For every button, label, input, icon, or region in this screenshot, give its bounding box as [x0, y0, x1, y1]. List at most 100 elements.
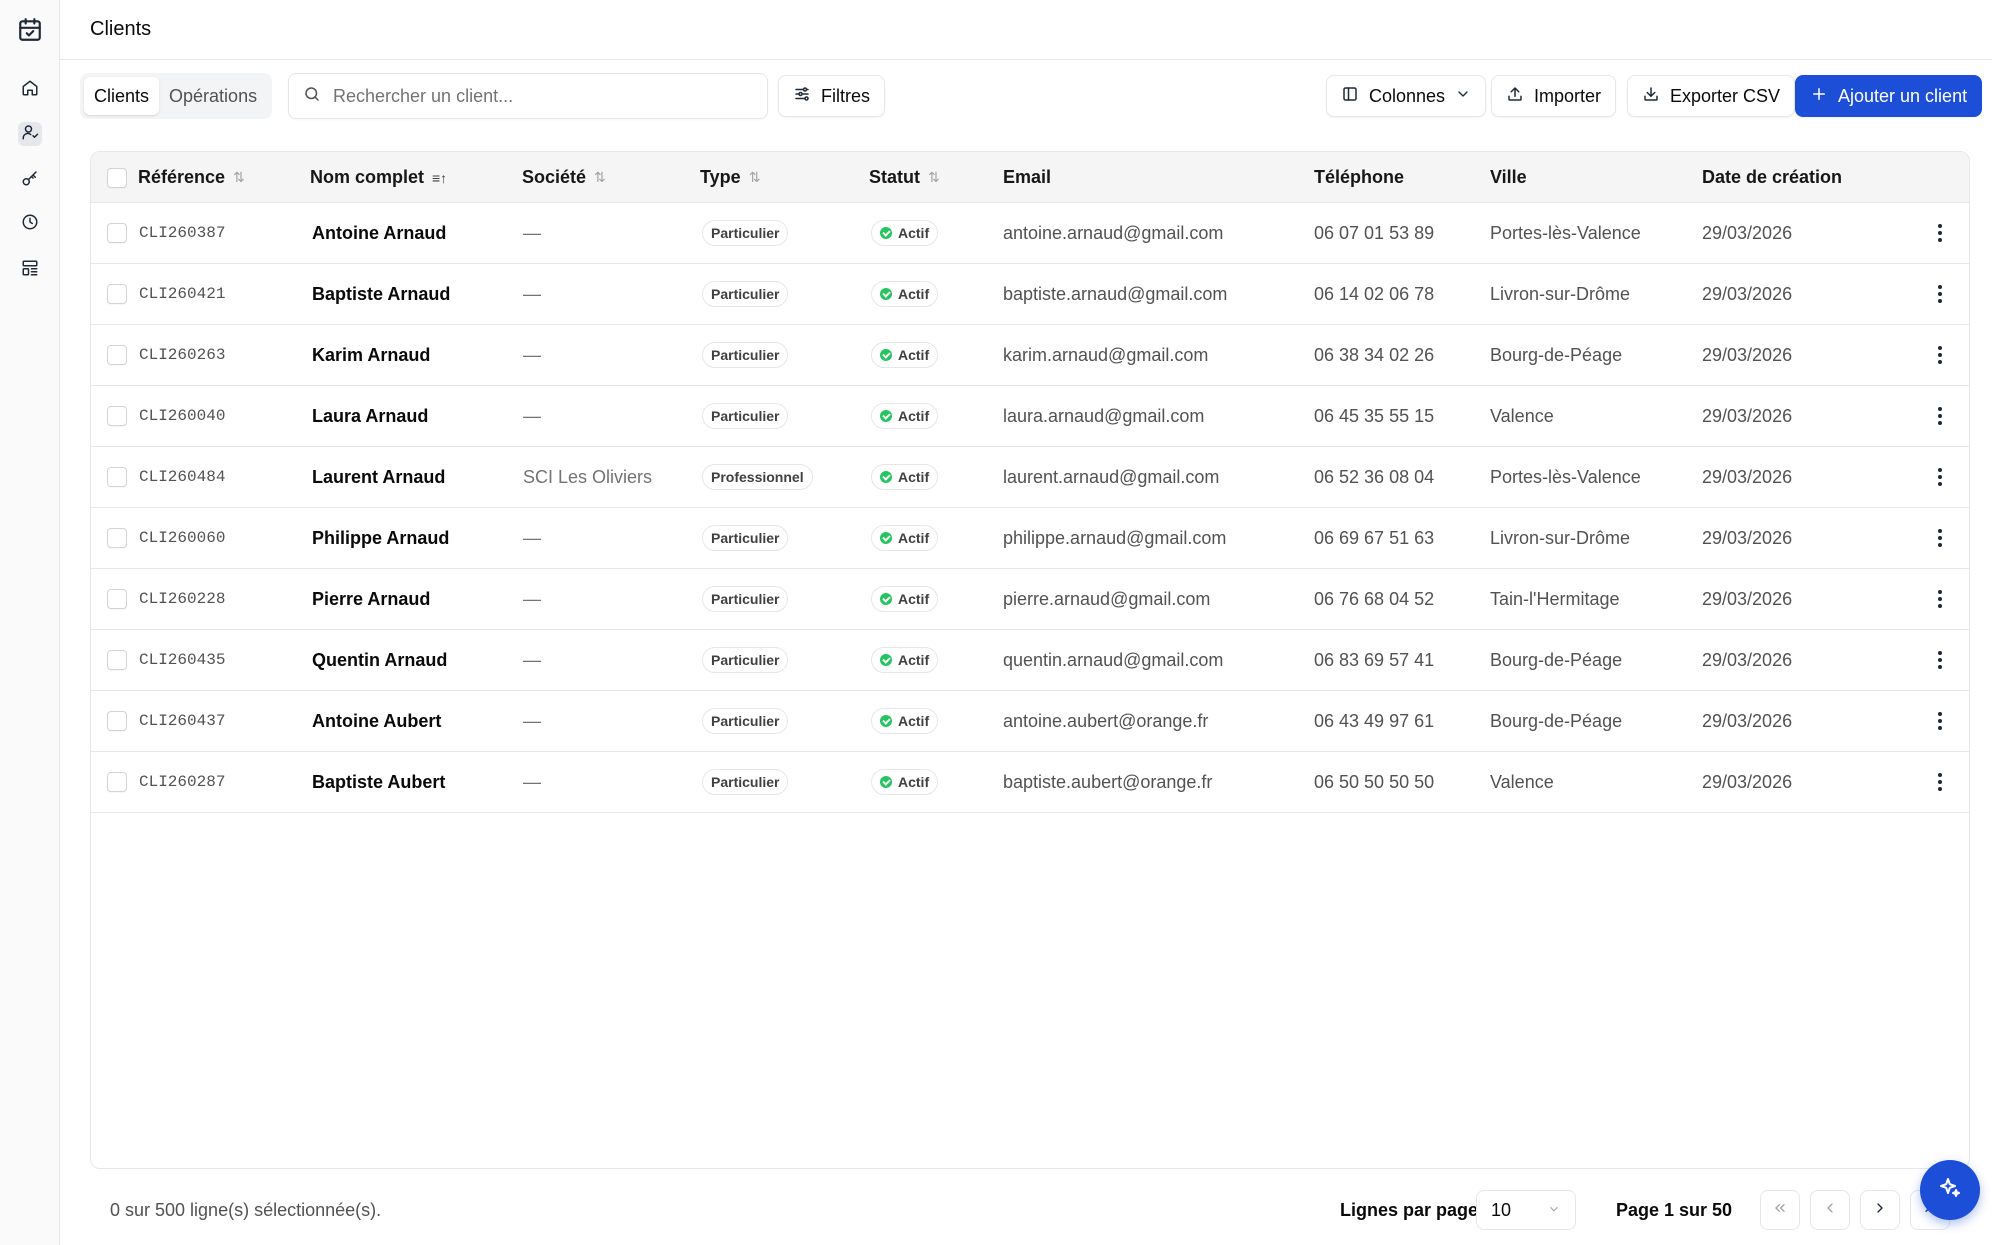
- tab-operations[interactable]: Opérations: [159, 77, 267, 115]
- client-name[interactable]: Antoine Aubert: [312, 691, 441, 751]
- row-checkbox[interactable]: [107, 569, 127, 629]
- client-company: —: [523, 222, 541, 243]
- sliders-icon: [793, 85, 811, 108]
- row-checkbox[interactable]: [107, 203, 127, 263]
- table-row[interactable]: CLI260228 Pierre Arnaud — Particulier Actif p…: [91, 569, 1969, 630]
- add-client-button[interactable]: Ajouter un client: [1795, 75, 1983, 117]
- table-footer: 0 sur 500 ligne(s) sélectionnée(s). Lign…: [90, 1180, 1970, 1240]
- row-actions-button[interactable]: [1928, 386, 1952, 446]
- rows-per-page-select[interactable]: 10: [1476, 1190, 1576, 1230]
- client-name[interactable]: Karim Arnaud: [312, 325, 430, 385]
- row-checkbox[interactable]: [107, 508, 127, 568]
- status-label: Actif: [898, 530, 930, 546]
- next-page-button[interactable]: [1860, 1190, 1900, 1230]
- column-header-status[interactable]: Statut ⇅: [869, 152, 940, 203]
- table-row[interactable]: CLI260421 Baptiste Arnaud — Particulier Acti…: [91, 264, 1969, 325]
- row-checkbox[interactable]: [107, 752, 127, 812]
- row-checkbox[interactable]: [107, 325, 127, 385]
- column-header-name[interactable]: Nom complet ≡↑: [310, 152, 447, 203]
- more-vertical-icon: [1928, 526, 1952, 550]
- type-badge: Particulier: [702, 281, 789, 307]
- row-checkbox[interactable]: [107, 691, 127, 751]
- first-page-button[interactable]: [1760, 1190, 1800, 1230]
- client-name[interactable]: Laura Arnaud: [312, 386, 428, 446]
- client-type: Particulier: [702, 752, 789, 812]
- row-actions-button[interactable]: [1928, 508, 1952, 568]
- type-badge: Particulier: [702, 525, 789, 551]
- client-status: Actif: [871, 630, 939, 690]
- client-name[interactable]: Antoine Arnaud: [312, 203, 446, 263]
- column-label: Nom complet: [310, 167, 425, 187]
- row-checkbox[interactable]: [107, 386, 127, 446]
- column-header-created: Date de création: [1702, 152, 1842, 203]
- column-header-reference[interactable]: Référence ⇅: [138, 152, 245, 203]
- sort-icon: ⇅: [594, 169, 606, 185]
- status-badge: Actif: [871, 403, 939, 429]
- table-row[interactable]: CLI260484 Laurent Arnaud SCI Les Oliviers P…: [91, 447, 1969, 508]
- table-row[interactable]: CLI260435 Quentin Arnaud — Particulier Actif…: [91, 630, 1969, 691]
- row-actions-button[interactable]: [1928, 447, 1952, 507]
- client-status: Actif: [871, 264, 939, 324]
- tab-clients[interactable]: Clients: [84, 77, 160, 115]
- table-row[interactable]: CLI260263 Karim Arnaud — Particulier Actif ka…: [91, 325, 1969, 386]
- row-checkbox[interactable]: [107, 447, 127, 507]
- row-checkbox[interactable]: [107, 630, 127, 690]
- table-row[interactable]: CLI260437 Antoine Aubert — Particulier Actif…: [91, 691, 1969, 752]
- type-badge: Particulier: [702, 586, 789, 612]
- select-all-checkbox[interactable]: [107, 152, 127, 203]
- client-name[interactable]: Philippe Arnaud: [312, 508, 449, 568]
- chevron-right-icon: [1872, 1200, 1888, 1221]
- sidebar-item-keys[interactable]: [18, 168, 42, 192]
- client-company: —: [523, 405, 541, 426]
- import-button[interactable]: Importer: [1491, 75, 1617, 117]
- calendar-check-icon[interactable]: [16, 16, 44, 44]
- sort-icon: ⇅: [748, 169, 761, 185]
- table-row[interactable]: CLI260060 Philippe Arnaud — Particulier Acti…: [91, 508, 1969, 569]
- client-city: Livron-sur-Drôme: [1490, 527, 1631, 548]
- table-row[interactable]: CLI260387 Antoine Arnaud — Particulier Actif…: [91, 203, 1969, 264]
- row-checkbox[interactable]: [107, 264, 127, 324]
- rows-per-page-value: 10: [1491, 1199, 1512, 1220]
- client-type: Particulier: [702, 691, 789, 751]
- row-actions-button[interactable]: [1928, 203, 1952, 263]
- client-name[interactable]: Baptiste Aubert: [312, 752, 445, 812]
- sidebar-item-clients[interactable]: [18, 122, 42, 146]
- toolbar: Clients Opérations Filtres Colonnes Impo…: [80, 73, 1983, 119]
- client-created-date: 29/03/2026: [1702, 649, 1793, 670]
- previous-page-button[interactable]: [1810, 1190, 1850, 1230]
- client-phone: 06 38 34 02 26: [1314, 344, 1435, 365]
- column-header-company[interactable]: Société ⇅: [522, 152, 606, 203]
- search-input[interactable]: [333, 85, 733, 107]
- client-name[interactable]: Laurent Arnaud: [312, 447, 445, 507]
- column-header-type[interactable]: Type ⇅: [700, 152, 760, 203]
- client-created-date: 29/03/2026: [1702, 527, 1793, 548]
- export-csv-button[interactable]: Exporter CSV: [1627, 75, 1796, 117]
- client-name[interactable]: Pierre Arnaud: [312, 569, 430, 629]
- row-actions-button[interactable]: [1928, 752, 1952, 812]
- row-actions-button[interactable]: [1928, 569, 1952, 629]
- filters-button[interactable]: Filtres: [778, 75, 885, 117]
- table-row[interactable]: CLI260287 Baptiste Aubert — Particulier Acti…: [91, 752, 1969, 813]
- row-actions-button[interactable]: [1928, 691, 1952, 751]
- more-vertical-icon: [1928, 343, 1952, 367]
- row-actions-button[interactable]: [1928, 325, 1952, 385]
- chevrons-left-icon: [1772, 1200, 1788, 1221]
- ai-assistant-button[interactable]: [1920, 1160, 1980, 1220]
- client-city: Valence: [1490, 405, 1554, 426]
- client-reference: CLI260228: [139, 590, 226, 608]
- clients-table: Référence ⇅ Nom complet ≡↑ Société ⇅ Typ…: [90, 151, 1970, 1169]
- row-actions-button[interactable]: [1928, 630, 1952, 690]
- columns-button[interactable]: Colonnes: [1326, 75, 1487, 117]
- sidebar-item-layout[interactable]: [18, 258, 42, 282]
- client-type: Particulier: [702, 203, 789, 263]
- status-badge: Actif: [871, 708, 939, 734]
- client-name[interactable]: Baptiste Arnaud: [312, 264, 450, 324]
- client-type: Particulier: [702, 630, 789, 690]
- table-row[interactable]: CLI260040 Laura Arnaud — Particulier Actif la…: [91, 386, 1969, 447]
- sidebar-item-home[interactable]: [18, 78, 42, 102]
- client-name[interactable]: Quentin Arnaud: [312, 630, 447, 690]
- more-vertical-icon: [1928, 648, 1952, 672]
- column-label: Téléphone: [1314, 167, 1405, 187]
- row-actions-button[interactable]: [1928, 264, 1952, 324]
- sidebar-item-history[interactable]: [18, 212, 42, 236]
